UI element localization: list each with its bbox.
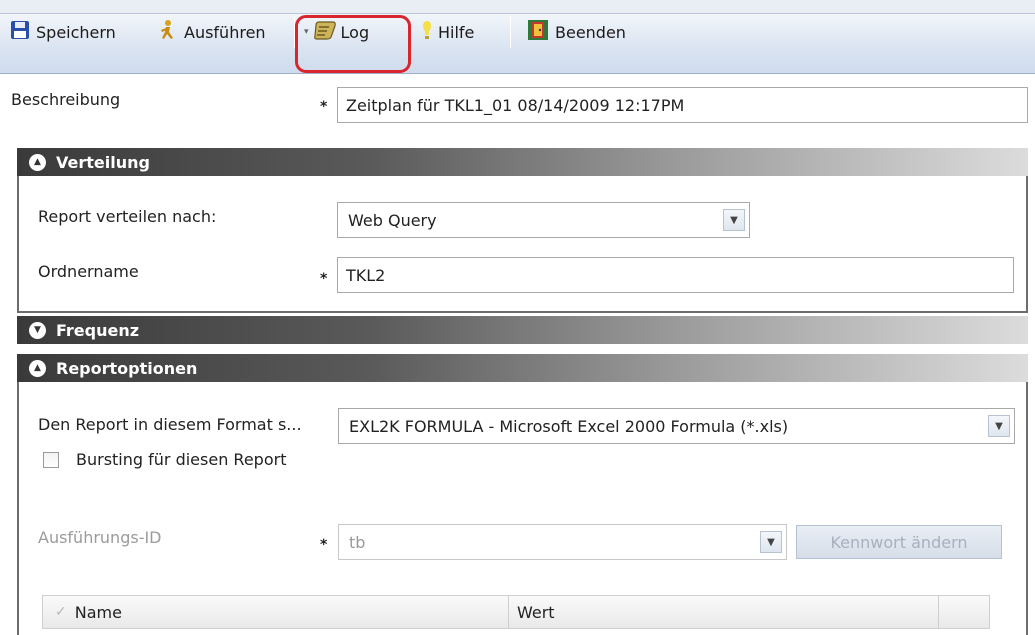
distribute-via-select[interactable]: Web Query ▼ [337,202,750,238]
section-header-frequency[interactable]: ▼ Frequenz [17,316,1028,344]
chevron-down-icon[interactable]: ▼ [988,415,1010,437]
floppy-disk-icon [10,20,30,44]
help-button[interactable]: Hilfe [422,17,474,47]
run-button[interactable]: Ausführen [156,17,266,47]
exit-button-label: Beenden [555,22,626,42]
bursting-checkbox[interactable] [43,452,59,468]
section-title: Reportoptionen [56,358,198,378]
expand-arrow-icon: ▼ [29,321,46,339]
folder-name-input[interactable]: TKL2 [337,257,1014,293]
running-person-icon [156,19,178,45]
window-top-strip [0,0,1035,14]
section-header-report-options[interactable]: ▲ Reportoptionen [17,354,1028,382]
format-label: Den Report in diesem Format s... [38,415,302,434]
folder-name-label: Ordnername [38,262,139,281]
required-marker: * [320,99,328,115]
execution-id-value: tb [349,532,366,552]
execution-id-label: Ausführungs-ID [38,528,162,547]
execution-id-select[interactable]: tb ▼ [338,524,787,560]
save-button-label: Speichern [36,22,116,42]
parameter-grid-header: ✓ Name Wert [42,595,990,629]
toolbar-separator [510,16,511,48]
grid-column-name-label: Name [74,602,122,622]
description-label: Beschreibung [11,90,121,109]
format-select[interactable]: EXL2K FORMULA - Microsoft Excel 2000 For… [338,408,1015,444]
chevron-down-icon[interactable]: ▼ [723,209,745,231]
help-lightbulb-icon [422,20,432,44]
grid-column-value-label: Wert [517,602,555,622]
help-button-label: Hilfe [438,22,475,42]
grid-column-name[interactable]: ✓ Name [43,596,509,628]
section-title: Verteilung [56,152,150,172]
collapse-arrow-icon: ▲ [29,359,46,377]
required-marker: * [320,537,328,553]
check-mark-icon: ✓ [55,604,67,620]
exit-door-icon [527,19,549,45]
chevron-down-icon[interactable]: ▼ [760,531,782,553]
required-marker: * [320,271,328,287]
change-password-button[interactable]: Kennwort ändern [796,525,1002,559]
bursting-label: Bursting für diesen Report [76,450,287,469]
description-input[interactable]: Zeitplan für TKL1_01 08/14/2009 12:17PM [337,87,1028,123]
log-highlight-annotation [295,15,411,73]
collapse-arrow-icon: ▲ [29,153,46,171]
grid-column-value[interactable]: Wert [509,596,939,628]
distribute-via-label: Report verteilen nach: [38,207,217,226]
save-button[interactable]: Speichern [10,17,116,47]
format-value: EXL2K FORMULA - Microsoft Excel 2000 For… [349,416,789,436]
run-button-label: Ausführen [184,22,266,42]
distribute-via-value: Web Query [348,210,437,230]
section-title: Frequenz [56,320,140,340]
section-header-distribution[interactable]: ▲ Verteilung [17,148,1028,176]
exit-button[interactable]: Beenden [527,17,626,47]
